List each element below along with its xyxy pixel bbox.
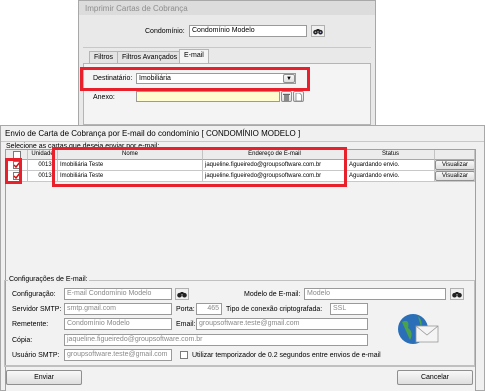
smtp-field[interactable]: smtp.gmail.com	[64, 303, 172, 315]
bottom-divider	[4, 366, 475, 367]
cancelar-button[interactable]: Cancelar	[397, 370, 473, 385]
email-label: Email:	[176, 321, 196, 328]
binoculars-icon	[177, 291, 187, 297]
binoculars-icon	[452, 291, 462, 297]
condominio-field[interactable]: Condomínio Modelo	[189, 25, 307, 37]
usuario-label: Usuário SMTP:	[12, 352, 60, 359]
title-divider	[1, 141, 484, 142]
name-email-highlight	[52, 147, 347, 187]
conexao-field[interactable]: SSL	[330, 303, 368, 315]
anexo-field[interactable]	[136, 91, 280, 102]
search-condominio-button[interactable]	[311, 25, 325, 37]
column-action	[435, 150, 475, 160]
usuario-field[interactable]: groupsoftware.teste@gmail.com	[64, 349, 172, 361]
temporizador-label: Utilizar temporizador de 0.2 segundos en…	[192, 352, 381, 359]
visualizar-button[interactable]: Visualizar	[435, 171, 474, 181]
conexao-label: Tipo de conexão criptografada:	[226, 306, 323, 313]
trash-icon	[283, 93, 290, 101]
tab-filtros[interactable]: Filtros	[89, 51, 119, 63]
checkbox-highlight	[5, 158, 22, 184]
porta-label: Porta:	[176, 306, 195, 313]
copia-label: Cópia:	[12, 337, 33, 344]
file-icon	[295, 92, 302, 101]
window-title: Envio de Carta de Cobrança por E-mail do…	[5, 129, 301, 138]
modelo-label: Modelo de E-mail:	[244, 291, 301, 298]
destinatario-highlight	[80, 67, 310, 91]
config-legend: Configurações de E-mail:	[8, 276, 89, 283]
status-cell: Aguardando envio.	[347, 171, 435, 182]
remetente-label: Remetente:	[12, 321, 49, 328]
email-field[interactable]: groupsoftware.teste@gmail.com	[196, 318, 368, 330]
window-title: Imprimir Cartas de Cobrança	[79, 1, 375, 15]
configuracao-field[interactable]: E-mail Condomínio Modelo	[64, 288, 172, 300]
print-letters-window: Imprimir Cartas de Cobrança Condomínio: …	[78, 0, 376, 128]
search-modelo-button[interactable]	[450, 288, 464, 300]
delete-anexo-button[interactable]	[281, 91, 292, 102]
action-cell: Visualizar	[435, 160, 475, 171]
status-cell: Aguardando envio.	[347, 160, 435, 171]
copia-field[interactable]: jaqueline.figueiredo@groupsoftware.com.b…	[64, 334, 368, 346]
configuracao-label: Configuração:	[12, 291, 56, 298]
smtp-label: Servidor SMTP:	[12, 306, 62, 313]
binoculars-icon	[313, 28, 323, 34]
anexo-label: Anexo:	[93, 94, 115, 101]
action-cell: Visualizar	[435, 171, 475, 182]
email-globe-icon	[398, 314, 439, 344]
porta-field[interactable]: 465	[196, 303, 222, 315]
modelo-field[interactable]: Modelo	[304, 288, 446, 300]
temporizador-checkbox[interactable]	[180, 351, 188, 359]
tab-email[interactable]: E-mail	[179, 49, 209, 63]
attach-file-button[interactable]	[293, 91, 304, 102]
divider	[83, 47, 371, 48]
tab-filtros-avancados[interactable]: Filtros Avançados	[117, 51, 183, 63]
remetente-field[interactable]: Condomínio Modelo	[64, 318, 172, 330]
condominio-label: Condomínio:	[145, 28, 185, 35]
enviar-button[interactable]: Enviar	[6, 370, 82, 385]
column-status[interactable]: Status	[347, 150, 435, 160]
visualizar-button[interactable]: Visualizar	[435, 160, 474, 170]
search-configuracao-button[interactable]	[175, 288, 189, 300]
